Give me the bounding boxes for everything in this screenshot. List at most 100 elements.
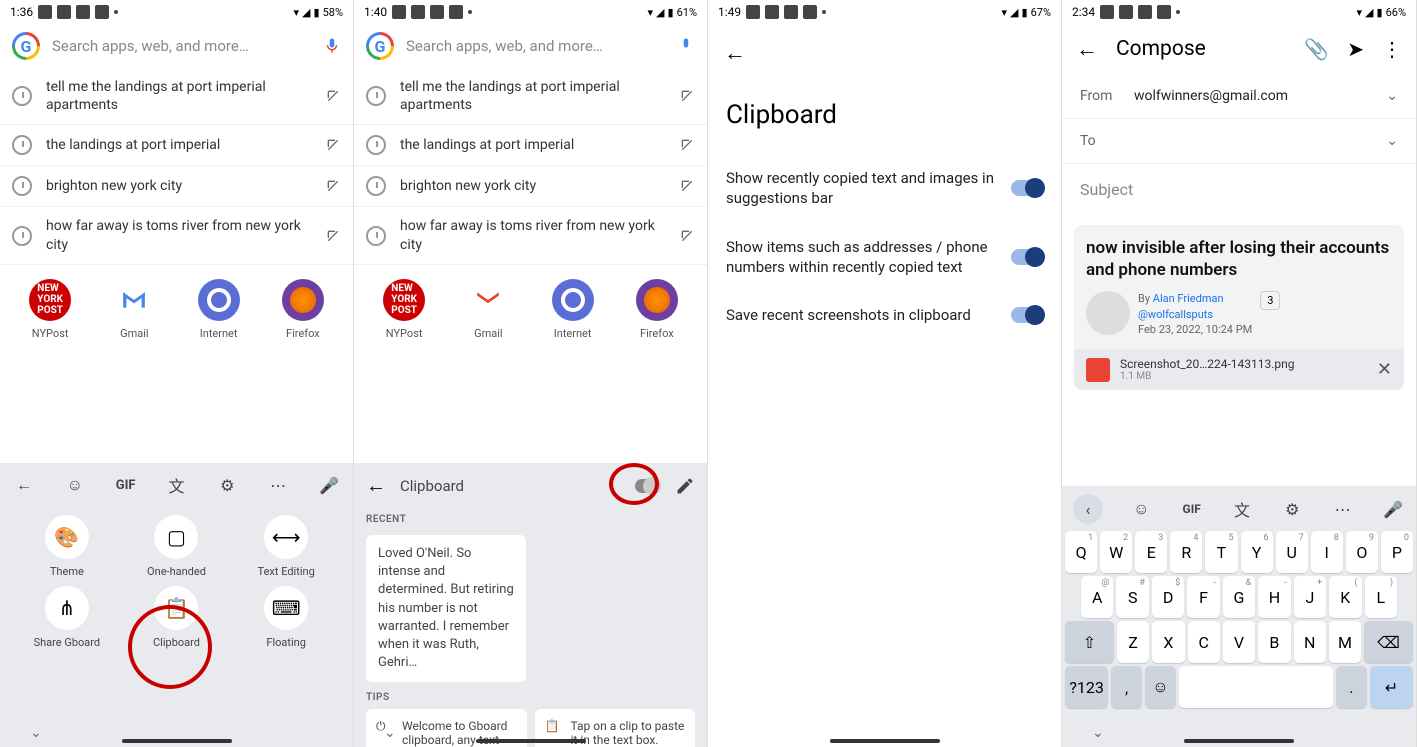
key-t[interactable]: T5: [1205, 531, 1237, 573]
key-v[interactable]: V: [1223, 621, 1255, 663]
gif-icon[interactable]: GIF: [1180, 497, 1204, 521]
switch-toggle[interactable]: [1011, 307, 1043, 323]
enter-key[interactable]: ↵: [1370, 666, 1413, 708]
gboard-theme[interactable]: 🎨Theme: [16, 515, 118, 578]
app-gmail[interactable]: Gmail: [99, 279, 169, 340]
key-j[interactable]: J+: [1294, 576, 1326, 618]
insert-arrow-icon[interactable]: [325, 228, 341, 244]
chevron-down-icon[interactable]: ⌄: [1386, 88, 1398, 104]
switch-toggle[interactable]: [1011, 249, 1043, 265]
key-o[interactable]: O9: [1346, 531, 1378, 573]
key-b[interactable]: B: [1258, 621, 1290, 663]
key-x[interactable]: X: [1152, 621, 1184, 663]
gboard-share[interactable]: ⋔Share Gboard: [16, 586, 118, 649]
period-key[interactable]: .: [1336, 666, 1367, 708]
more-icon[interactable]: ⋮: [1382, 37, 1402, 61]
app-internet[interactable]: Internet: [538, 279, 608, 340]
nav-handle[interactable]: [476, 739, 586, 743]
back-arrow-icon[interactable]: ←: [12, 473, 36, 497]
key-l[interactable]: L): [1365, 576, 1397, 618]
symbols-key[interactable]: ?123: [1065, 666, 1108, 708]
back-arrow-icon[interactable]: ←: [366, 473, 386, 498]
send-icon[interactable]: ➤: [1347, 37, 1364, 61]
clipboard-toggle[interactable]: [635, 479, 661, 493]
switch-toggle[interactable]: [1011, 180, 1043, 196]
key-k[interactable]: K(: [1329, 576, 1361, 618]
mic-icon[interactable]: [677, 35, 695, 57]
suggestion-row[interactable]: the landings at port imperial: [354, 125, 707, 166]
chevron-left-icon[interactable]: ‹: [1073, 494, 1103, 524]
key-n[interactable]: N: [1294, 621, 1326, 663]
key-u[interactable]: U7: [1276, 531, 1308, 573]
chevron-down-icon[interactable]: ⌄: [1386, 133, 1398, 149]
gboard-clipboard[interactable]: 📋Clipboard: [126, 586, 228, 649]
setting-row[interactable]: Show recently copied text and images in …: [708, 154, 1061, 223]
attach-icon[interactable]: 📎: [1304, 37, 1329, 61]
subject-field[interactable]: Subject: [1062, 164, 1416, 215]
key-d[interactable]: D$: [1152, 576, 1184, 618]
app-nypost[interactable]: NEWYORKPOSTNYPost: [369, 279, 439, 340]
mic-icon[interactable]: 🎤: [317, 473, 341, 497]
backspace-key[interactable]: ⌫: [1364, 621, 1413, 663]
key-g[interactable]: G&: [1223, 576, 1255, 618]
suggestion-row[interactable]: the landings at port imperial: [0, 125, 353, 166]
back-arrow-icon[interactable]: ←: [1076, 36, 1098, 62]
app-internet[interactable]: Internet: [184, 279, 254, 340]
from-field[interactable]: From wolfwinners@gmail.com ⌄: [1062, 74, 1416, 119]
shift-key[interactable]: ⇧: [1065, 621, 1114, 663]
sticker-icon[interactable]: ☺: [1129, 497, 1153, 521]
key-m[interactable]: M: [1329, 621, 1361, 663]
chevron-down-icon[interactable]: ⌄: [1092, 725, 1104, 741]
key-f[interactable]: F-: [1187, 576, 1219, 618]
nav-handle[interactable]: [122, 739, 232, 743]
comma-key[interactable]: ,: [1111, 666, 1142, 708]
gboard-one-handed[interactable]: ▢One-handed: [126, 515, 228, 578]
back-arrow-icon[interactable]: ←: [708, 24, 1061, 82]
key-i[interactable]: I8: [1311, 531, 1343, 573]
key-w[interactable]: W2: [1100, 531, 1132, 573]
app-firefox[interactable]: Firefox: [268, 279, 338, 340]
mic-icon[interactable]: 🎤: [1381, 497, 1405, 521]
setting-row[interactable]: Show items such as addresses / phone num…: [708, 223, 1061, 292]
key-s[interactable]: S#: [1116, 576, 1148, 618]
clipboard-item[interactable]: Loved O'Neil. So intense and determined.…: [366, 535, 526, 682]
chevron-down-icon[interactable]: ⌄: [384, 725, 396, 741]
more-icon[interactable]: ⋯: [266, 473, 290, 497]
space-key[interactable]: [1179, 666, 1333, 708]
app-nypost[interactable]: NEWYORKPOSTNYPost: [15, 279, 85, 340]
gif-icon[interactable]: GIF: [114, 473, 138, 497]
to-field[interactable]: To ⌄: [1062, 119, 1416, 164]
remove-attachment-icon[interactable]: ✕: [1377, 359, 1392, 380]
suggestion-row[interactable]: tell me the landings at port imperial ap…: [354, 68, 707, 125]
key-e[interactable]: E3: [1135, 531, 1167, 573]
insert-arrow-icon[interactable]: [325, 137, 341, 153]
translate-icon[interactable]: 文: [1230, 497, 1254, 521]
gboard-floating[interactable]: ⌨Floating: [235, 586, 337, 649]
insert-arrow-icon[interactable]: [325, 178, 341, 194]
insert-arrow-icon[interactable]: [325, 88, 341, 104]
key-r[interactable]: R4: [1170, 531, 1202, 573]
search-bar[interactable]: Search apps, web, and more…: [354, 24, 707, 68]
insert-arrow-icon[interactable]: [679, 228, 695, 244]
key-c[interactable]: C: [1188, 621, 1220, 663]
suggestion-row[interactable]: brighton new york city: [0, 166, 353, 207]
key-h[interactable]: H-: [1258, 576, 1290, 618]
key-y[interactable]: Y6: [1241, 531, 1273, 573]
gboard-text-editing[interactable]: ⟷Text Editing: [235, 515, 337, 578]
key-z[interactable]: Z: [1117, 621, 1149, 663]
app-firefox[interactable]: Firefox: [622, 279, 692, 340]
settings-gear-icon[interactable]: ⚙: [1280, 497, 1304, 521]
sticker-icon[interactable]: ☺: [63, 473, 87, 497]
suggestion-row[interactable]: how far away is toms river from new york…: [0, 207, 353, 264]
translate-icon[interactable]: 文: [164, 473, 188, 497]
settings-gear-icon[interactable]: ⚙: [215, 473, 239, 497]
insert-arrow-icon[interactable]: [679, 178, 695, 194]
edit-pencil-icon[interactable]: [675, 476, 695, 496]
mic-icon[interactable]: [323, 35, 341, 57]
suggestion-row[interactable]: tell me the landings at port imperial ap…: [0, 68, 353, 125]
nav-handle[interactable]: [830, 739, 940, 743]
insert-arrow-icon[interactable]: [679, 88, 695, 104]
insert-arrow-icon[interactable]: [679, 137, 695, 153]
chevron-down-icon[interactable]: ⌄: [30, 725, 42, 741]
suggestion-row[interactable]: brighton new york city: [354, 166, 707, 207]
